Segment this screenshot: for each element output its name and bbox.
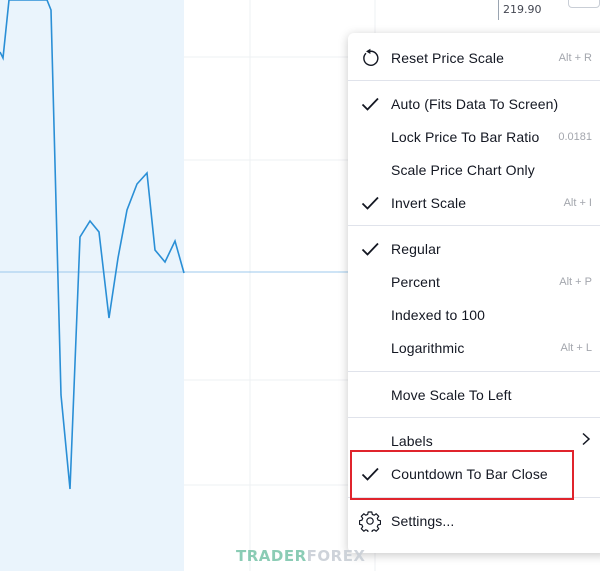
shortcut-text: Alt + L [560,341,593,354]
shortcut-text: Alt + R [558,51,592,64]
checkmark-icon [358,237,382,261]
scale-toolbar-button[interactable] [568,0,600,8]
gear-icon [358,509,382,533]
menu-item-label: Reset Price Scale [391,49,504,66]
menu-item-lock-price-ratio[interactable]: Lock Price To Bar Ratio 0.0181 [348,120,600,153]
menu-item-move-scale-left[interactable]: Move Scale To Left [348,378,600,411]
menu-item-label: Percent [391,273,440,290]
watermark-logo: TRADERFOREX [236,547,366,565]
checkmark-icon [358,92,382,116]
menu-item-label: Settings... [391,512,455,529]
menu-divider [348,225,600,226]
menu-item-percent[interactable]: Percent Alt + P [348,265,600,298]
ratio-value: 0.0181 [558,130,592,143]
checkmark-icon [358,462,382,486]
shortcut-text: Alt + I [563,196,592,209]
menu-item-countdown-to-bar-close[interactable]: Countdown To Bar Close [348,457,600,490]
menu-divider [348,497,600,498]
price-area-fill [0,0,184,571]
watermark-part-1: TRADER [236,547,307,565]
chevron-right-icon [580,432,592,449]
menu-item-settings[interactable]: Settings... [348,504,600,537]
menu-item-label: Logarithmic [391,339,465,356]
menu-item-auto-fit[interactable]: Auto (Fits Data To Screen) [348,87,600,120]
reset-icon [358,46,382,70]
menu-item-label: Labels [391,432,433,449]
menu-item-invert-scale[interactable]: Invert Scale Alt + I [348,186,600,219]
price-scale-label: 219.90 [503,3,542,16]
menu-item-regular[interactable]: Regular [348,232,600,265]
price-scale-context-menu: Reset Price Scale Alt + R Auto (Fits Dat… [348,33,600,553]
menu-item-label: Countdown To Bar Close [391,465,548,482]
menu-divider [348,371,600,372]
menu-item-label: Invert Scale [391,194,467,211]
checkmark-icon [358,191,382,215]
menu-item-logarithmic[interactable]: Logarithmic Alt + L [348,331,600,364]
menu-item-label: Indexed to 100 [391,306,486,323]
menu-item-indexed-to-100[interactable]: Indexed to 100 [348,298,600,331]
menu-item-label: Move Scale To Left [391,386,512,403]
menu-item-labels[interactable]: Labels [348,424,600,457]
menu-divider [348,80,600,81]
menu-divider [348,417,600,418]
menu-item-label: Lock Price To Bar Ratio [391,128,540,145]
price-scale-axis [498,0,499,20]
shortcut-text: Alt + P [559,275,592,288]
menu-item-label: Auto (Fits Data To Screen) [391,95,559,112]
menu-item-label: Regular [391,240,441,257]
menu-item-reset-price-scale[interactable]: Reset Price Scale Alt + R [348,41,600,74]
watermark-part-2: FOREX [306,547,366,565]
menu-item-scale-price-chart-only[interactable]: Scale Price Chart Only [348,153,600,186]
menu-item-label: Scale Price Chart Only [391,161,535,178]
